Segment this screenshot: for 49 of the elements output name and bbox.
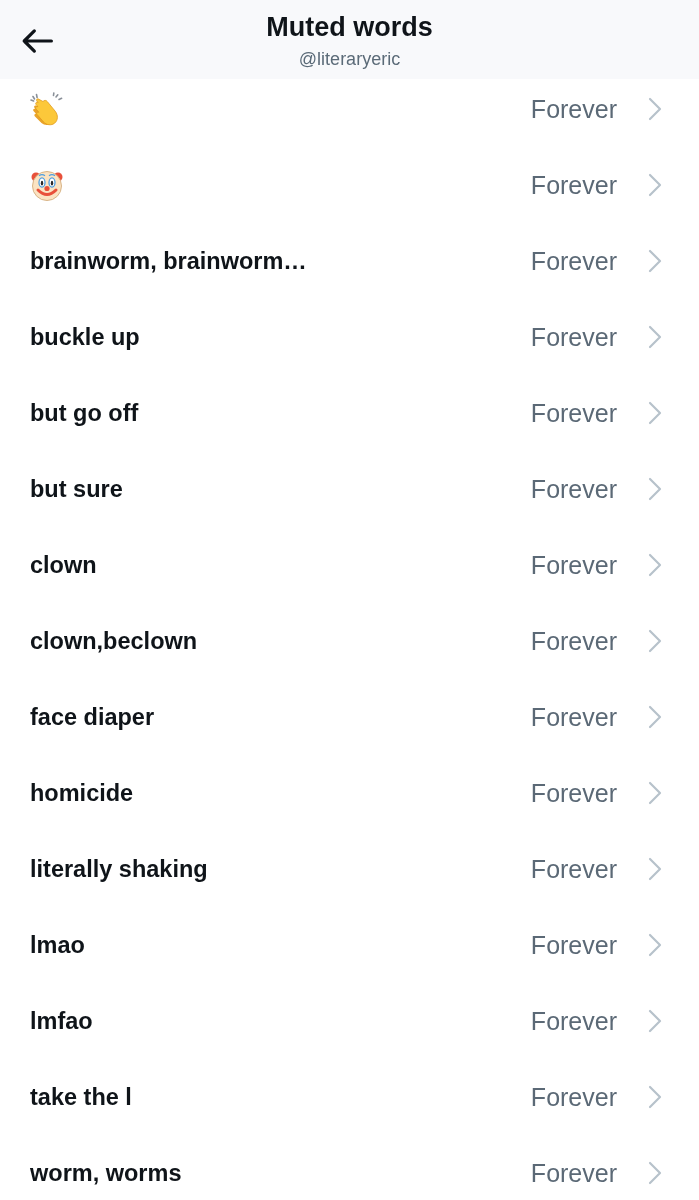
clown-face-icon (30, 168, 64, 202)
account-handle: @literaryeric (298, 48, 401, 71)
chevron-right-icon (648, 781, 662, 805)
duration-label: Forever (530, 550, 617, 580)
chevron-right-icon (648, 1161, 662, 1185)
chevron-right-icon (648, 553, 662, 577)
back-button[interactable] (20, 27, 54, 55)
muted-word: take the l (30, 1083, 132, 1112)
muted-word: clown,beclown (30, 627, 198, 656)
chevron-right-icon (648, 933, 662, 957)
duration-label: Forever (530, 626, 617, 656)
muted-word: but go off (30, 399, 139, 428)
back-arrow-icon (21, 28, 53, 54)
duration-label: Forever (530, 1006, 617, 1036)
chevron-right-icon (648, 857, 662, 881)
duration-label: Forever (530, 702, 617, 732)
muted-word: lmao (30, 931, 85, 960)
chevron-right-icon (648, 97, 662, 121)
clapping-hands-icon (30, 92, 64, 126)
page-title: Muted words (266, 11, 433, 44)
duration-label: Forever (530, 322, 617, 352)
chevron-right-icon (648, 477, 662, 501)
muted-word: but sure (30, 475, 123, 504)
duration-label: Forever (530, 930, 617, 960)
chevron-right-icon (648, 173, 662, 197)
duration-label: Forever (530, 94, 617, 124)
chevron-right-icon (648, 629, 662, 653)
chevron-right-icon (648, 1009, 662, 1033)
muted-word: lmfao (30, 1007, 93, 1036)
duration-label: Forever (530, 1082, 617, 1112)
duration-label: Forever (530, 170, 617, 200)
duration-label: Forever (530, 474, 617, 504)
duration-label: Forever (530, 854, 617, 884)
muted-word: homicide (30, 779, 134, 808)
chevron-right-icon (648, 705, 662, 729)
muted-word: clown (30, 551, 97, 580)
chevron-right-icon (648, 1085, 662, 1109)
duration-label: Forever (530, 398, 617, 428)
chevron-right-icon (648, 325, 662, 349)
muted-word: face diaper (30, 703, 155, 732)
duration-label: Forever (530, 778, 617, 808)
muted-word: brainworm, brainworm… (30, 247, 307, 276)
muted-word: worm, worms (30, 1159, 182, 1188)
duration-label: Forever (530, 1158, 617, 1188)
muted-word: literally shaking (30, 855, 208, 884)
muted-word: buckle up (30, 323, 140, 352)
chevron-right-icon (648, 249, 662, 273)
chevron-right-icon (648, 401, 662, 425)
duration-label: Forever (530, 246, 617, 276)
